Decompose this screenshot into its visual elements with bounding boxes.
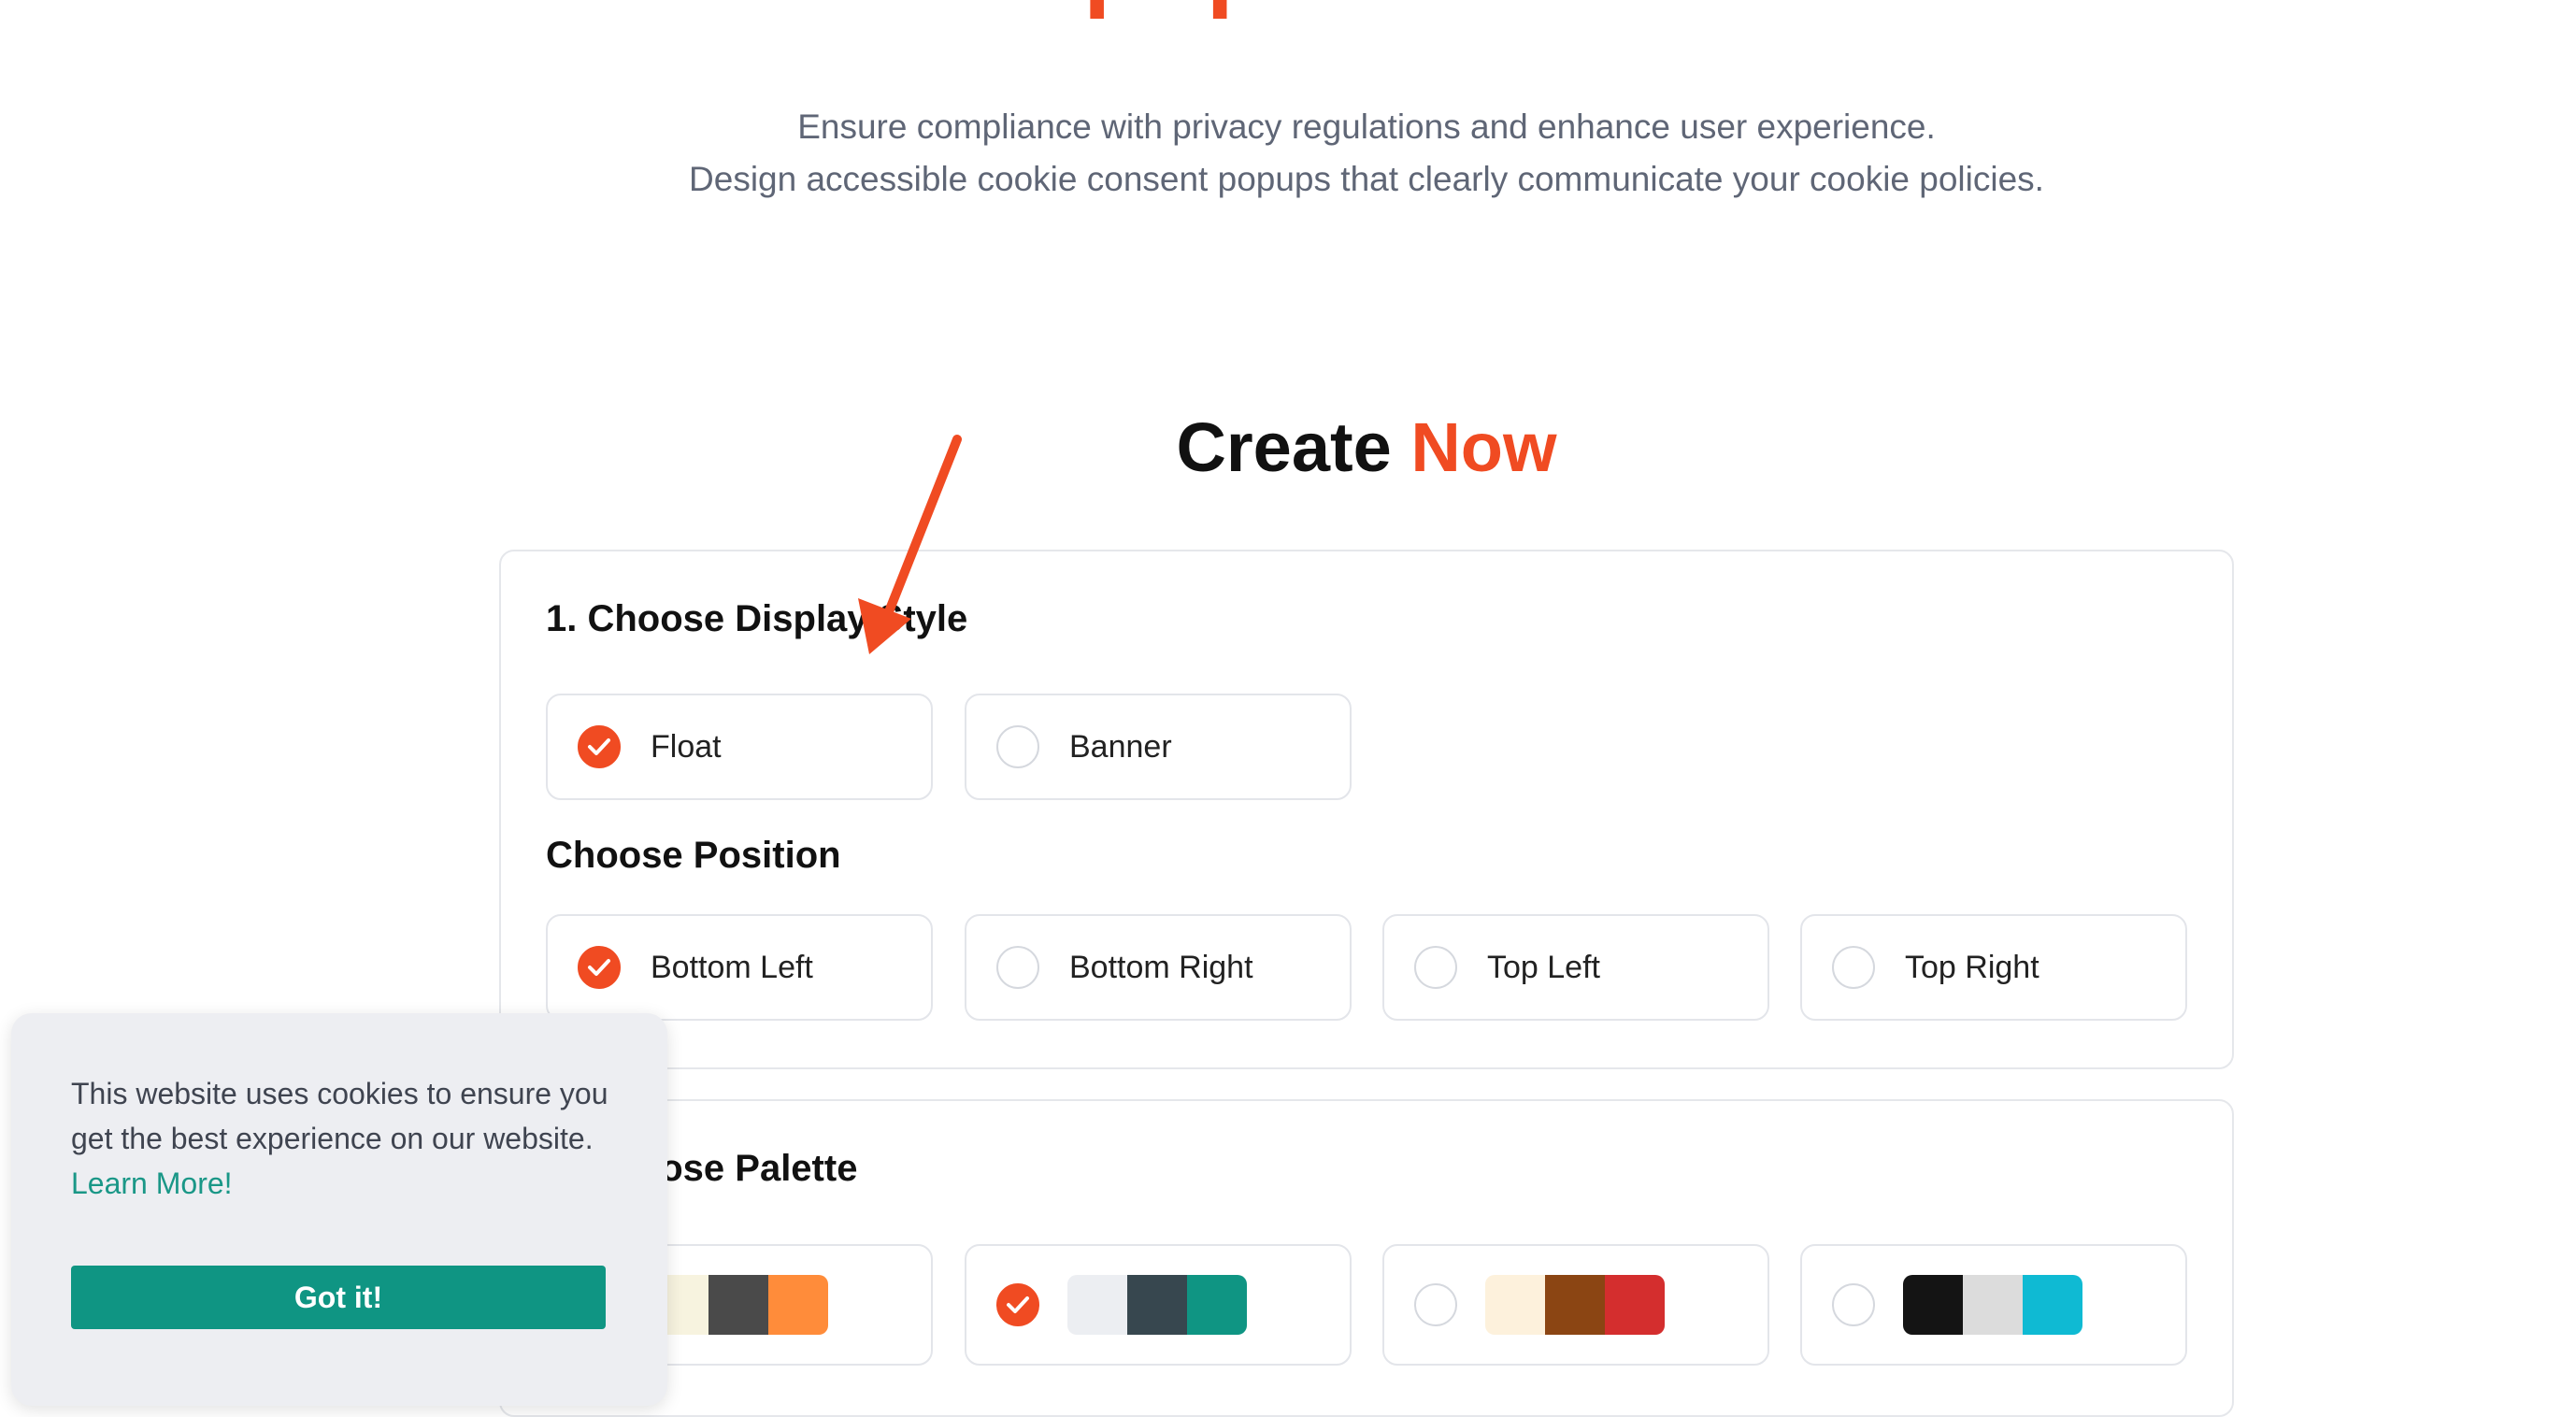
hero-subtitle-line1: Ensure compliance with privacy regulatio… — [797, 107, 1936, 146]
cookie-message: This website uses cookies to ensure you … — [71, 1077, 608, 1155]
checked-radio-icon — [578, 725, 621, 768]
palette-swatch — [1605, 1275, 1665, 1335]
checked-radio-icon — [578, 946, 621, 989]
palette-swatches — [1485, 1275, 1665, 1335]
option-label: Bottom Right — [1069, 949, 1253, 985]
palette-swatch — [2023, 1275, 2082, 1335]
palette-option-4[interactable] — [1800, 1244, 2187, 1366]
palette-swatch — [1127, 1275, 1187, 1335]
unchecked-radio-icon — [1414, 1283, 1457, 1326]
hero-title-accent: Popup — [955, 0, 1268, 20]
position-option-bottom-left[interactable]: Bottom Left — [546, 914, 933, 1021]
palette-swatch — [1485, 1275, 1545, 1335]
option-label: Bottom Left — [651, 949, 813, 985]
palette-swatch — [1545, 1275, 1605, 1335]
palette-swatches — [1903, 1275, 2082, 1335]
got-it-button[interactable]: Got it! — [71, 1266, 606, 1329]
position-option-top-right[interactable]: Top Right — [1800, 914, 2187, 1021]
display-style-title: 1. Choose Display Style — [546, 598, 968, 639]
position-title: Choose Position — [546, 835, 841, 876]
display-style-option-float[interactable]: Float — [546, 694, 933, 800]
unchecked-radio-icon — [1832, 946, 1875, 989]
learn-more-link[interactable]: Learn More! — [71, 1167, 233, 1200]
palette-swatches — [1067, 1275, 1247, 1335]
position-option-bottom-right[interactable]: Bottom Right — [965, 914, 1352, 1021]
create-heading-main: Create — [1176, 408, 1392, 486]
palette-swatch — [708, 1275, 768, 1335]
palette-swatch — [1963, 1275, 2023, 1335]
palette-swatch — [1903, 1275, 1963, 1335]
create-heading-accent: Now — [1410, 408, 1557, 486]
cookie-message-block: This website uses cookies to ensure you … — [71, 1071, 632, 1206]
palette-swatch — [1067, 1275, 1127, 1335]
unchecked-radio-icon — [1832, 1283, 1875, 1326]
option-label: Float — [651, 728, 722, 765]
palette-swatch — [1187, 1275, 1247, 1335]
hero-subtitle-line2: Design accessible cookie consent popups … — [689, 160, 2044, 198]
option-label: Banner — [1069, 728, 1172, 765]
create-now-heading: Create Now — [0, 408, 2576, 487]
unchecked-radio-icon — [996, 946, 1039, 989]
unchecked-radio-icon — [996, 725, 1039, 768]
palette-swatch — [768, 1275, 828, 1335]
option-label: Top Left — [1487, 949, 1600, 985]
position-option-top-left[interactable]: Top Left — [1382, 914, 1769, 1021]
palette-swatches — [649, 1275, 828, 1335]
palette-option-2[interactable] — [965, 1244, 1352, 1366]
option-label: Top Right — [1905, 949, 2039, 985]
checked-radio-icon — [996, 1283, 1039, 1326]
hero-title: Popup Generator — [0, 0, 2576, 21]
hero-title-rest: Generator — [1296, 0, 1779, 20]
cookie-consent-popup: This website uses cookies to ensure you … — [11, 1013, 667, 1406]
unchecked-radio-icon — [1414, 946, 1457, 989]
palette-option-3[interactable] — [1382, 1244, 1769, 1366]
display-style-option-banner[interactable]: Banner — [965, 694, 1352, 800]
